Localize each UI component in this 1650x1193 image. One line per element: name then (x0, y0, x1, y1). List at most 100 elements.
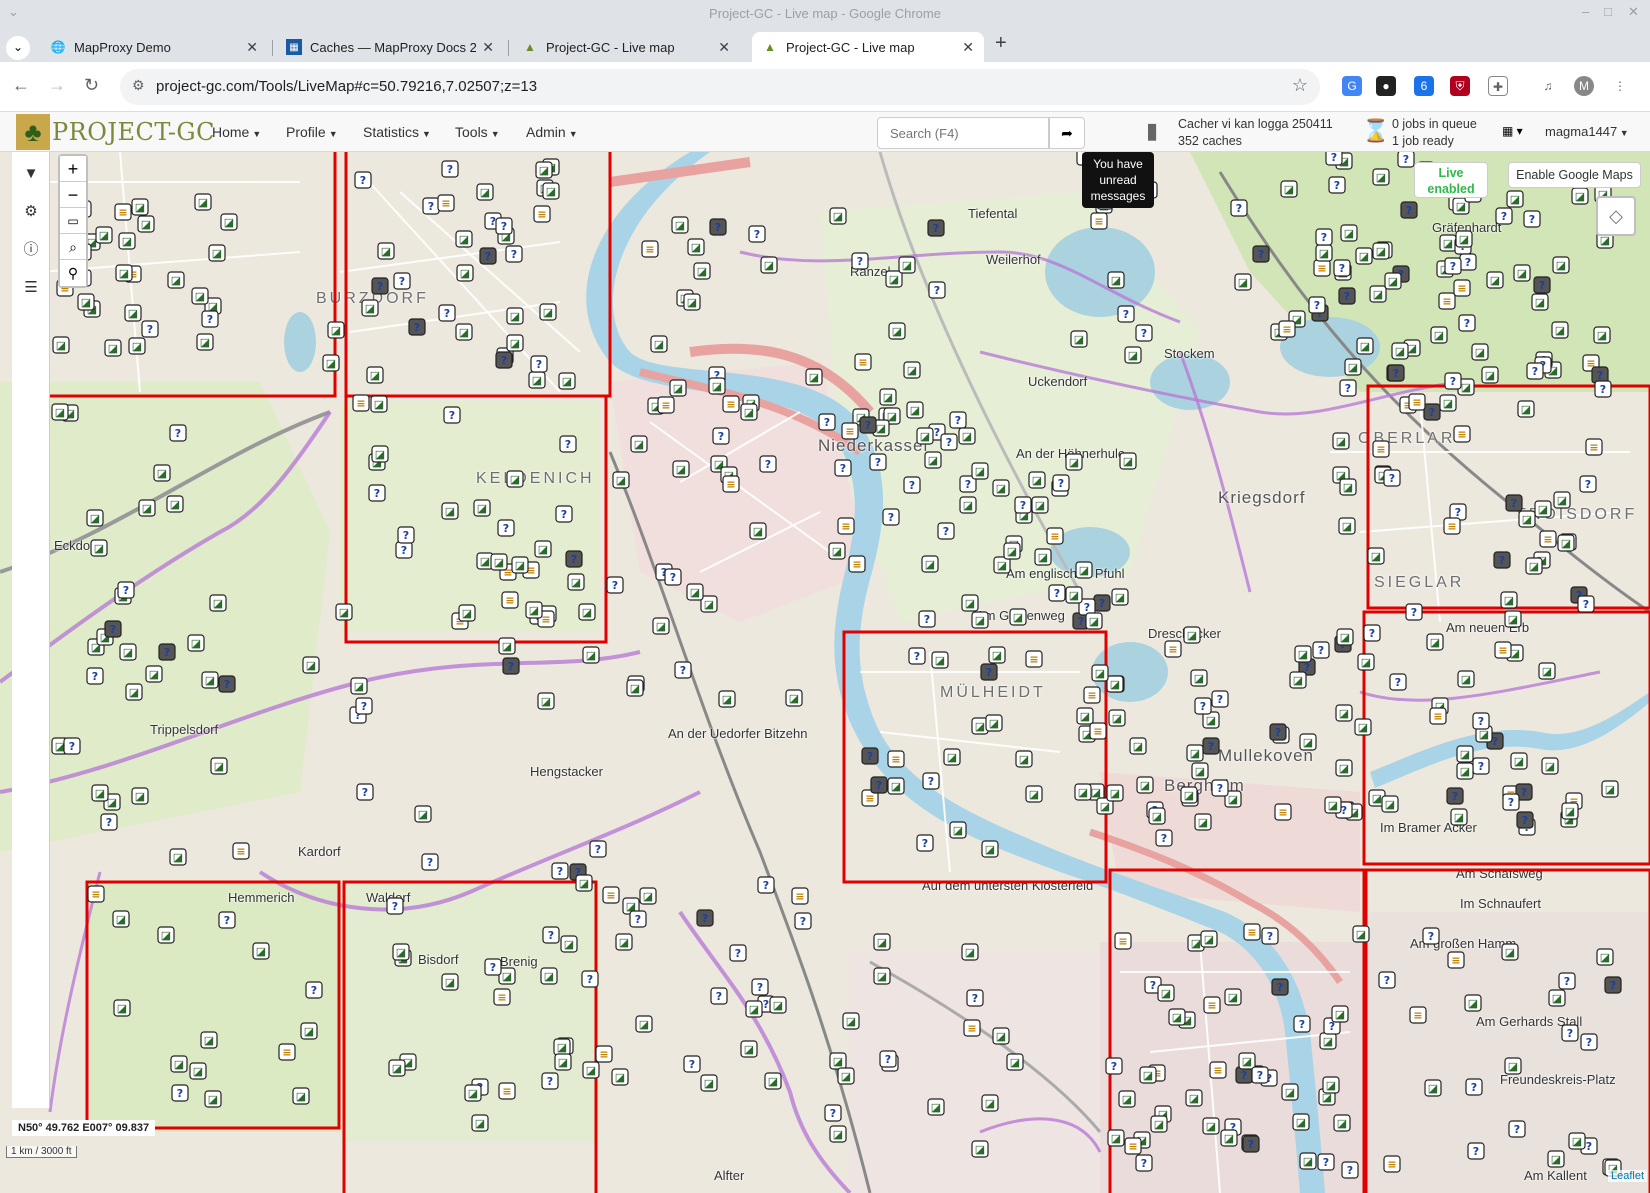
cache-marker[interactable]: ? (834, 459, 852, 477)
settings-gear-icon[interactable]: ⚙ (21, 202, 41, 222)
cache-marker[interactable]: ◪ (476, 183, 494, 201)
cache-marker[interactable]: ◪ (118, 232, 136, 250)
cache-marker[interactable]: ? (710, 987, 728, 1005)
cache-marker[interactable]: ◪ (1571, 187, 1589, 205)
cache-marker[interactable]: ◪ (388, 1059, 406, 1077)
window-menu-icon[interactable]: ⌄ (8, 4, 19, 20)
cache-marker[interactable]: ? (1561, 1024, 1579, 1042)
cache-marker[interactable]: ≡ (722, 395, 740, 413)
cache-marker[interactable]: ? (479, 247, 497, 265)
cache-marker[interactable]: ◪ (885, 270, 903, 288)
cache-marker[interactable]: ? (1117, 305, 1135, 323)
cache-marker[interactable]: ≡ (1453, 425, 1471, 443)
cache-marker[interactable]: ◪ (392, 943, 410, 961)
cache-marker[interactable]: ◪ (1439, 234, 1457, 252)
cache-marker[interactable]: ◪ (1281, 1083, 1299, 1101)
info-icon[interactable]: ⓘ (21, 240, 41, 260)
cache-marker[interactable]: ? (606, 576, 624, 594)
cache-marker[interactable]: ◪ (1525, 557, 1543, 575)
cache-marker[interactable]: ◪ (1531, 293, 1549, 311)
cache-marker[interactable]: ◪ (1552, 256, 1570, 274)
cache-marker[interactable]: ? (218, 675, 236, 693)
cache-marker[interactable]: ◪ (686, 583, 704, 601)
address-bar[interactable]: ⚙ project-gc.com/Tools/LiveMap#c=50.7921… (120, 69, 1320, 105)
cache-marker[interactable]: ◪ (112, 910, 130, 928)
cache-marker[interactable]: ◪ (898, 256, 916, 274)
cache-marker[interactable]: ◪ (949, 821, 967, 839)
cache-marker[interactable]: ◪ (959, 496, 977, 514)
cache-marker[interactable]: ◪ (539, 303, 557, 321)
cache-marker[interactable]: ? (555, 505, 573, 523)
cache-marker[interactable]: ? (1315, 228, 1333, 246)
cache-marker[interactable]: ? (1558, 972, 1576, 990)
cache-marker[interactable]: ◪ (1381, 795, 1399, 813)
cache-marker[interactable]: ◪ (992, 479, 1010, 497)
cache-marker[interactable]: ◪ (1108, 709, 1126, 727)
cache-marker[interactable]: ? (1293, 1015, 1311, 1033)
cache-marker[interactable]: ≡ (1046, 527, 1064, 545)
cache-marker[interactable]: ◪ (473, 499, 491, 517)
cache-marker[interactable]: ◪ (1119, 452, 1137, 470)
cache-marker[interactable]: ◪ (971, 462, 989, 480)
cache-marker[interactable]: ≡ (657, 396, 675, 414)
cache-marker[interactable]: ◪ (1534, 500, 1552, 518)
cache-marker[interactable]: ◪ (582, 646, 600, 664)
cache-marker[interactable]: ◪ (1315, 244, 1333, 262)
cache-marker[interactable]: ? (1526, 362, 1544, 380)
cache-marker[interactable]: ≡ (595, 1045, 613, 1063)
cache-marker[interactable]: ? (1328, 176, 1346, 194)
search-go-icon[interactable]: ➦ (1049, 117, 1085, 149)
cache-marker[interactable]: ? (386, 897, 404, 915)
cache-marker[interactable]: ◪ (137, 215, 155, 233)
cache-marker[interactable]: ◪ (300, 1022, 318, 1040)
cache-marker[interactable]: ◪ (535, 161, 553, 179)
cache-marker[interactable]: ? (859, 416, 877, 434)
live-enabled-badge[interactable]: Live enabled (1414, 162, 1488, 198)
cache-marker[interactable]: ◪ (1568, 1132, 1586, 1150)
cache-marker[interactable]: ? (505, 245, 523, 263)
cache-marker[interactable]: ? (927, 219, 945, 237)
enable-google-maps-button[interactable]: Enable Google Maps (1508, 162, 1641, 188)
cache-marker[interactable]: ◪ (1506, 190, 1524, 208)
cache-marker[interactable]: ? (940, 433, 958, 451)
cache-marker[interactable]: ◪ (1180, 786, 1198, 804)
cache-marker[interactable]: ◪ (490, 553, 508, 571)
cache-marker[interactable]: ◪ (829, 1125, 847, 1143)
cache-marker[interactable]: ◪ (125, 683, 143, 701)
cache-marker[interactable]: ? (1211, 690, 1229, 708)
cache-marker[interactable]: ? (1400, 201, 1418, 219)
cache-marker[interactable]: ? (1242, 1135, 1260, 1153)
cache-marker[interactable]: ? (443, 406, 461, 424)
cache-marker[interactable]: ◪ (1456, 762, 1474, 780)
cache-marker[interactable]: ◪ (187, 634, 205, 652)
cache-marker[interactable]: ◪ (455, 230, 473, 248)
cache-marker[interactable]: ◪ (1339, 478, 1357, 496)
cache-marker[interactable]: ? (530, 355, 548, 373)
cache-marker[interactable]: ◪ (1107, 1129, 1125, 1147)
cache-marker[interactable]: ? (1580, 1033, 1598, 1051)
cacher-info[interactable]: Cacher vi kan logga 250411 352 caches (1178, 116, 1333, 150)
cache-marker[interactable]: ◪ (1150, 1115, 1168, 1133)
cache-marker[interactable]: ≡ (1453, 279, 1471, 297)
menu-statistics[interactable]: Statistics ▼ (363, 124, 431, 140)
cache-marker[interactable]: ◪ (1191, 762, 1209, 780)
cache-marker[interactable]: ◪ (441, 502, 459, 520)
cache-marker[interactable]: ◪ (971, 611, 989, 629)
cache-marker[interactable]: ◪ (153, 464, 171, 482)
cache-marker[interactable]: ? (851, 252, 869, 270)
cache-marker[interactable]: ? (818, 413, 836, 431)
cache-marker[interactable]: ◪ (958, 427, 976, 445)
cache-marker[interactable]: ? (1458, 314, 1476, 332)
tab-search-icon[interactable]: ⌄ (6, 36, 30, 60)
cache-marker[interactable]: ? (356, 783, 374, 801)
cache-marker[interactable]: ≡ (1278, 320, 1296, 338)
locate-marker-icon[interactable]: ⚲ (60, 260, 86, 286)
cache-marker[interactable]: ? (565, 550, 583, 568)
cache-marker[interactable]: ? (870, 776, 888, 794)
cache-marker[interactable]: ◪ (988, 646, 1006, 664)
cache-marker[interactable]: ◪ (1025, 785, 1043, 803)
cache-marker[interactable]: ? (1325, 152, 1343, 166)
tab-project-gc-active[interactable]: ▲ Project-GC - Live map ✕ (752, 32, 984, 62)
cache-marker[interactable]: ? (1446, 787, 1464, 805)
cache-marker[interactable]: ? (1387, 364, 1405, 382)
